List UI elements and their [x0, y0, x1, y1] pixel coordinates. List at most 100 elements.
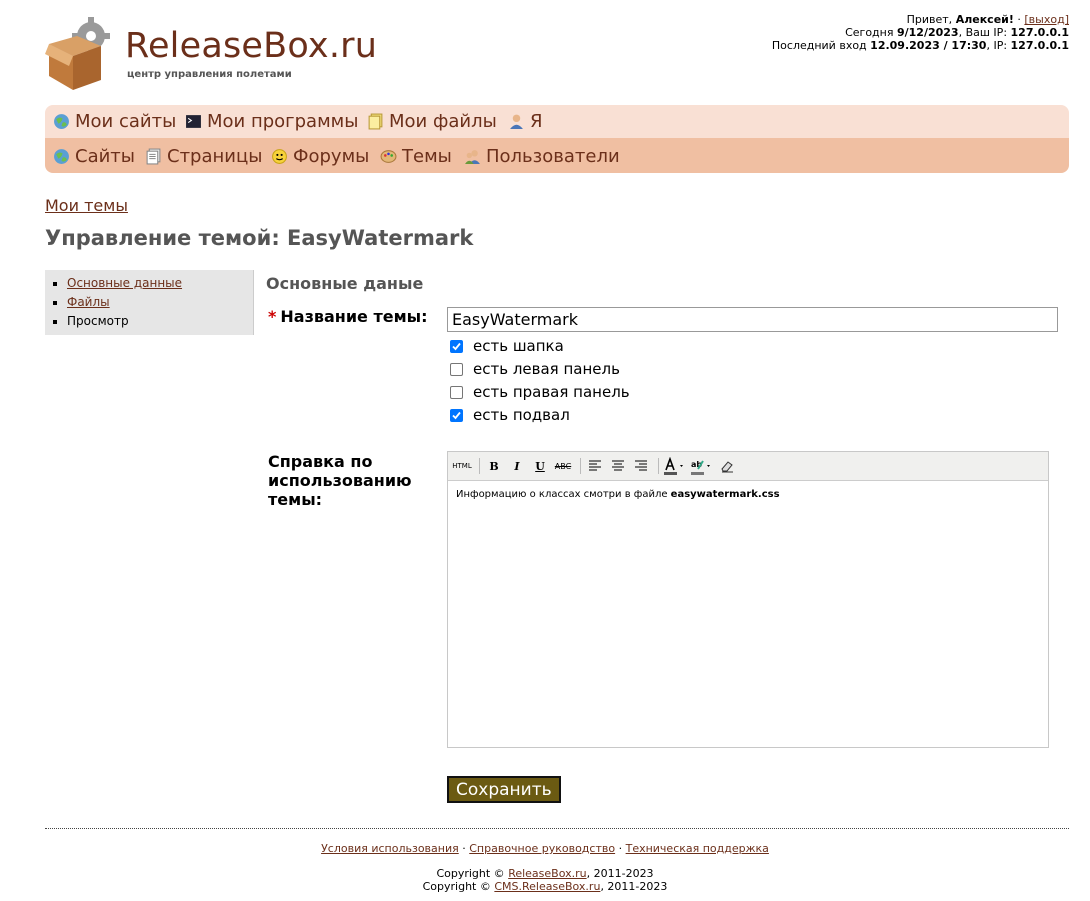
footer-sep: · — [462, 842, 466, 855]
logout-link[interactable]: [выход] — [1024, 13, 1069, 26]
menu-label: Мои программы — [207, 111, 359, 132]
section-title: Основные даные — [266, 274, 424, 293]
menu-pages[interactable]: Страницы — [145, 140, 262, 173]
checkbox-row-header[interactable]: есть шапка — [450, 336, 564, 356]
theme-name-input[interactable] — [447, 307, 1058, 332]
strikethrough-button[interactable]: ABC — [553, 456, 573, 476]
menu-label: Я — [530, 111, 543, 132]
last-login-value: 12.09.2023 / 17:30 — [870, 39, 987, 52]
checkbox-label: есть левая панель — [473, 360, 620, 378]
pages-icon — [146, 148, 161, 165]
footer-link-terms[interactable]: Условия использования — [321, 842, 459, 855]
main-menu-bottom: Сайты Страницы Форумы Темы Пользователи — [45, 138, 1069, 173]
footer-links: Условия использования · Справочное руков… — [0, 842, 1090, 855]
html-source-button[interactable]: HTML — [452, 456, 472, 476]
checkbox-row-left-panel[interactable]: есть левая панель — [450, 359, 620, 379]
copyright: Copyright © ReleaseBox.ru, 2011-2023 Cop… — [0, 867, 1090, 893]
checkbox-row-footer[interactable]: есть подвал — [450, 405, 570, 425]
toolbar-separator — [658, 458, 659, 474]
align-center-icon[interactable] — [608, 456, 628, 476]
menu-my-files[interactable]: Мои файлы — [367, 105, 497, 138]
copyright-years: , 2011-2023 — [600, 880, 668, 893]
copyright-prefix: Copyright © — [422, 880, 491, 893]
eraser-icon[interactable] — [717, 456, 737, 476]
save-button[interactable]: Сохранить — [447, 776, 561, 803]
today-label: Сегодня — [845, 26, 894, 39]
sidebar-item-basic: Основные данные — [67, 274, 253, 293]
footer-divider — [45, 828, 1069, 829]
align-right-icon[interactable] — [631, 456, 651, 476]
menu-me[interactable]: Я — [508, 105, 543, 138]
menu-label: Сайты — [75, 146, 135, 167]
copyright-link-cms[interactable]: CMS.ReleaseBox.ru — [494, 880, 600, 893]
copyright-link-releasebox[interactable]: ReleaseBox.ru — [508, 867, 586, 880]
ip-value: 127.0.0.1 — [1010, 26, 1069, 39]
logo[interactable]: ReleaseBox.ru центр управления полетами — [45, 14, 385, 92]
bold-button[interactable]: B — [484, 456, 504, 476]
files-icon — [368, 113, 383, 130]
greeting: Привет, — [906, 13, 953, 26]
align-left-icon[interactable] — [585, 456, 605, 476]
checkbox-label: есть подвал — [473, 406, 570, 424]
menu-my-programs[interactable]: Мои программы — [185, 105, 358, 138]
menu-users[interactable]: Пользователи — [464, 140, 620, 173]
palette-icon — [380, 150, 397, 163]
menu-themes[interactable]: Темы — [380, 140, 452, 173]
ip-value-2: 127.0.0.1 — [1010, 39, 1069, 52]
copyright-years: , 2011-2023 — [586, 867, 654, 880]
editor-toolbar: HTML B I U ABC ab — [448, 452, 1048, 481]
theme-name-label-text: Название темы: — [280, 307, 428, 326]
editor-content[interactable]: Информацию о классах смотри в файле easy… — [448, 481, 1048, 508]
user-icon — [510, 114, 523, 129]
checkbox-label: есть шапка — [473, 337, 564, 355]
theme-name-label: * Название темы: — [268, 307, 428, 326]
checkbox-right-panel[interactable] — [450, 385, 463, 399]
menu-label: Пользователи — [486, 146, 620, 167]
checkbox-row-right-panel[interactable]: есть правая панель — [450, 382, 630, 402]
breadcrumb-my-themes[interactable]: Мои темы — [45, 196, 128, 215]
ip-label: , Ваш IP: — [958, 26, 1008, 39]
user-name: Алексей! — [955, 13, 1014, 26]
logo-title: ReleaseBox.ru — [125, 26, 378, 66]
menu-label: Форумы — [293, 146, 370, 167]
toolbar-separator — [479, 458, 480, 474]
rich-text-editor: HTML B I U ABC ab Информацию о классах с… — [447, 451, 1049, 748]
sidebar-item-files: Файлы — [67, 293, 253, 312]
italic-button[interactable]: I — [507, 456, 527, 476]
footer-sep: · — [618, 842, 623, 855]
editor-text: Информацию о классах смотри в файле — [456, 489, 671, 500]
checkbox-left-panel[interactable] — [450, 362, 463, 376]
sidebar: Основные данные Файлы Просмотр — [45, 270, 254, 335]
help-label: Справка по использованию темы: — [268, 452, 412, 509]
menu-sites[interactable]: Сайты — [53, 140, 135, 173]
footer-link-support[interactable]: Техническая поддержка — [626, 842, 769, 855]
box-gear-logo-icon — [45, 17, 110, 90]
checkbox-label: есть правая панель — [473, 383, 630, 401]
globe-icon — [54, 149, 69, 164]
menu-my-sites[interactable]: Мои сайты — [53, 105, 176, 138]
today-date: 9/12/2023 — [896, 26, 959, 39]
copyright-prefix: Copyright © — [436, 867, 505, 880]
menu-label: Страницы — [167, 146, 263, 167]
sidebar-link-files[interactable]: Файлы — [67, 295, 110, 309]
required-mark: * — [268, 307, 277, 326]
highlight-color-icon[interactable]: ab — [690, 456, 714, 476]
logo-subtitle: центр управления полетами — [127, 69, 292, 80]
terminal-icon — [186, 115, 201, 128]
sidebar-link-basic[interactable]: Основные данные — [67, 276, 182, 290]
text-color-icon[interactable] — [663, 456, 687, 476]
smiley-icon — [272, 149, 287, 164]
editor-bold-text: easywatermark.css — [670, 489, 780, 500]
checkbox-header[interactable] — [450, 339, 463, 353]
toolbar-separator — [580, 458, 581, 474]
checkbox-footer[interactable] — [450, 408, 463, 422]
main-menu-top: Мои сайты Мои программы Мои файлы Я — [45, 105, 1069, 138]
underline-button[interactable]: U — [530, 456, 550, 476]
menu-label: Мои сайты — [75, 111, 177, 132]
footer-link-manual[interactable]: Справочное руководство — [469, 842, 615, 855]
globe-icon — [54, 114, 69, 129]
menu-label: Темы — [402, 146, 452, 167]
sidebar-item-preview: Просмотр — [67, 312, 253, 331]
menu-forums[interactable]: Форумы — [271, 140, 369, 173]
page-title: Управление темой: EasyWatermark — [45, 226, 474, 250]
